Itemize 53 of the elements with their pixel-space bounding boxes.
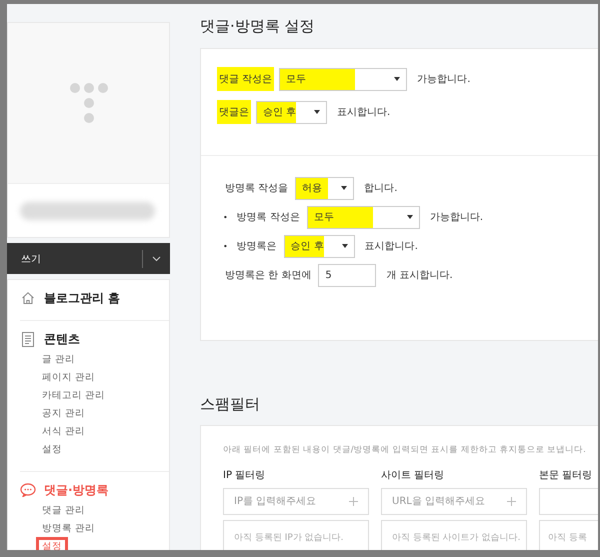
setting-label: 방명록 작성은 [236, 211, 301, 225]
filter-heading: IP 필터링 [223, 469, 266, 482]
setting-text: 합니다. [364, 182, 398, 195]
setting-text: 표시합니다. [364, 240, 418, 253]
empty-list-text: 아직 등록 [548, 533, 587, 543]
chevron-down-icon[interactable] [152, 256, 161, 262]
setting-text: 표시합니다. [337, 106, 390, 119]
filter-heading: 사이트 필터링 [381, 469, 446, 482]
number-field[interactable]: 5 [318, 264, 376, 286]
empty-list-text: 아직 등록된 IP가 없습니다. [234, 533, 344, 543]
home-icon [21, 291, 35, 305]
menu-item[interactable]: 서식 관리 [39, 423, 88, 441]
dropdown[interactable]: 모두 [306, 206, 420, 228]
dropdown-arrow-icon[interactable] [342, 244, 348, 248]
filter-field[interactable]: IP를 입력해주세요 [223, 488, 369, 515]
setting-label: 방명록은 [236, 240, 278, 254]
bullet: • [223, 212, 228, 222]
dropdown-arrow-icon[interactable] [406, 215, 413, 219]
dropdown[interactable]: 승인 후 [256, 100, 327, 124]
document-icon [22, 332, 34, 346]
menu-item[interactable]: 카테고리 관리 [39, 387, 108, 405]
setting-text: 가능합니다. [430, 211, 484, 224]
menu-item[interactable]: 방명록 관리 [39, 520, 98, 538]
menu-item[interactable]: 공지 관리 [39, 405, 88, 423]
write-label[interactable]: 쓰기 [7, 252, 142, 266]
menu-item[interactable]: 글 관리 [39, 351, 78, 369]
section-title: 스팸필터 [200, 394, 261, 415]
menu-section[interactable]: 콘텐츠 [44, 330, 80, 348]
dropdown-arrow-icon[interactable] [314, 110, 320, 114]
setting-text: 개 표시합니다. [386, 269, 453, 282]
filter-heading: 본문 필터링 [539, 469, 594, 482]
setting-label: 방명록 작성을 [224, 182, 290, 196]
section-title: 댓글·방명록 설정 [200, 16, 316, 37]
dropdown-arrow-icon[interactable] [394, 77, 400, 81]
logo-icon [68, 83, 108, 123]
empty-list-text: 아직 등록된 사이트가 없습니다. [392, 533, 520, 543]
dropdown-arrow-icon[interactable] [341, 186, 348, 190]
description-text: 아래 필터에 포함된 내용이 댓글/방명록에 입력되면 표시를 제한하고 휴지통으로 보냅니다. [223, 444, 587, 456]
dropdown[interactable]: 승인 후 [284, 234, 355, 258]
menu-item[interactable]: 설정 [39, 441, 65, 459]
dropdown[interactable]: 허용 [295, 176, 354, 200]
setting-label: 댓글은 [217, 100, 251, 124]
setting-label: 댓글 작성은 [217, 67, 274, 91]
filter-field[interactable]: URL을 입력해주세요 [381, 488, 527, 515]
menu-item[interactable]: 댓글 관리 [39, 502, 88, 520]
setting-label: 방명록은 한 화면에 [224, 269, 312, 283]
write-button[interactable]: 쓰기 [7, 243, 170, 274]
dropdown[interactable]: 모두 [279, 68, 408, 90]
menu-item[interactable]: 페이지 관리 [39, 369, 98, 387]
menu-section[interactable]: 블로그관리 홈 [44, 290, 120, 306]
bullet: • [223, 242, 228, 250]
setting-text: 가능합니다. [417, 73, 470, 86]
comment-icon [20, 483, 36, 497]
